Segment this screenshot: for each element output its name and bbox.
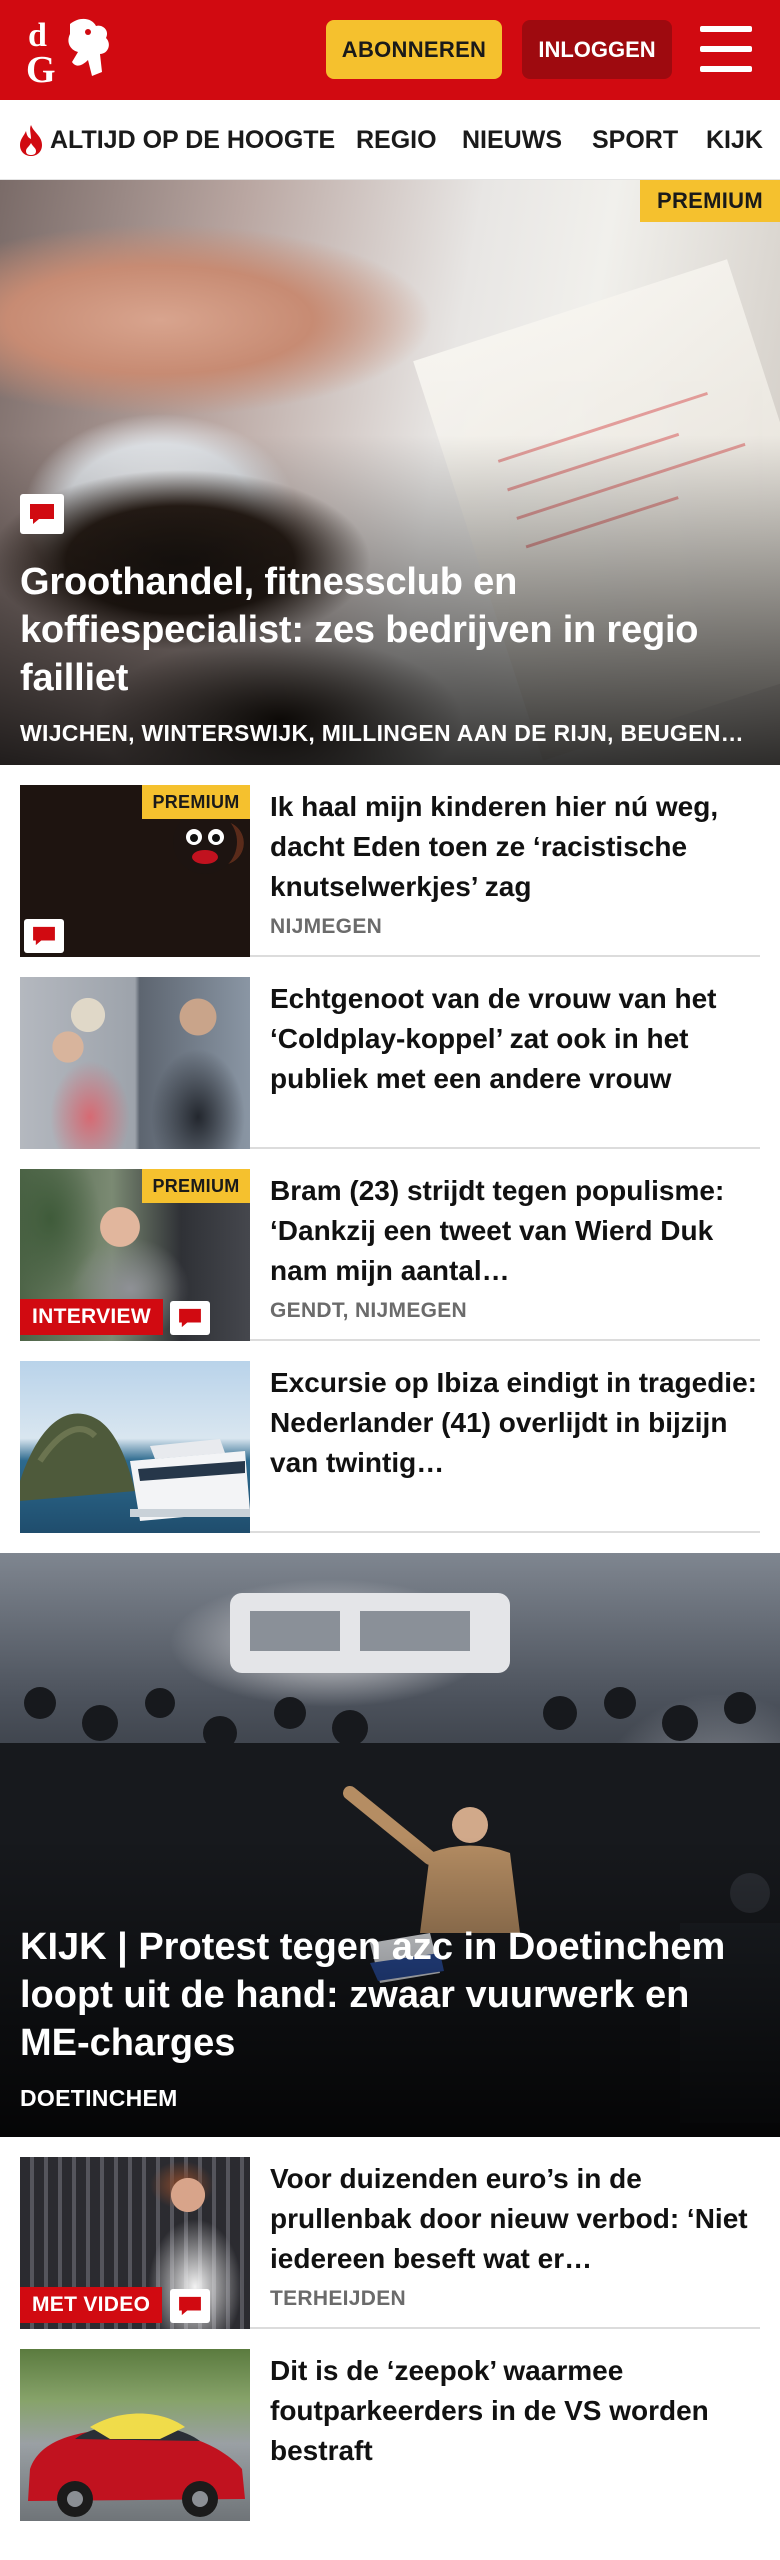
hero-article[interactable]: PREMIUM Groothandel, fitnessclub en koff… xyxy=(0,180,780,765)
nav-item-altijd-op-de-hoogte[interactable]: ALTIJD OP DE HOOGTE xyxy=(16,100,336,179)
menu-icon[interactable] xyxy=(700,26,752,72)
article-title[interactable]: Bram (23) strijdt tegen populisme: ‘Dank… xyxy=(270,1171,760,1291)
article-card[interactable]: MET VIDEO Voor duizenden euro’s in de pr… xyxy=(20,2157,760,2329)
article-card[interactable]: PREMIUM Ik haal mijn kinderen hier nú we… xyxy=(20,785,760,957)
comment-icon xyxy=(20,494,64,534)
article-location: NIJMEGEN xyxy=(270,915,383,938)
article-card[interactable]: Echtgenoot van de vrouw van het ‘Coldpla… xyxy=(20,977,760,1149)
article-location: TERHEIJDEN xyxy=(270,2287,407,2310)
video-label: MET VIDEO xyxy=(20,2287,163,2323)
premium-badge: PREMIUM xyxy=(142,1169,250,1203)
article-thumbnail xyxy=(20,977,250,1149)
article-card[interactable]: Excursie op Ibiza eindigt in tragedie: N… xyxy=(20,1361,760,1533)
site-logo[interactable]: d G xyxy=(22,12,118,88)
article-thumbnail xyxy=(20,2349,250,2521)
svg-text:G: G xyxy=(26,49,56,88)
article-card[interactable]: Dit is de ‘zeepok’ waarmee foutparkeerde… xyxy=(20,2349,760,2521)
article-thumbnail xyxy=(20,1361,250,1533)
article-location: GENDT, NIJMEGEN xyxy=(270,1299,468,1322)
video-article-title[interactable]: KIJK | Protest tegen azc in Doetinchem l… xyxy=(20,1923,760,2067)
nav-item-regio[interactable]: REGIO xyxy=(356,100,437,179)
article-title[interactable]: Excursie op Ibiza eindigt in tragedie: N… xyxy=(270,1363,760,1483)
comment-icon xyxy=(24,919,64,953)
article-thumbnail: MET VIDEO xyxy=(20,2157,250,2329)
login-button[interactable]: INLOGGEN xyxy=(522,20,672,79)
premium-badge: PREMIUM xyxy=(142,785,250,819)
hero-title[interactable]: Groothandel, fitnessclub en koffiespecia… xyxy=(20,558,760,702)
premium-badge: PREMIUM xyxy=(640,180,780,222)
article-title[interactable]: Echtgenoot van de vrouw van het ‘Coldpla… xyxy=(270,979,760,1099)
nav-item-sport[interactable]: SPORT xyxy=(592,100,678,179)
comment-icon xyxy=(170,1301,210,1335)
hero-location: WIJCHEN, WINTERSWIJK, MILLINGEN AAN DE R… xyxy=(20,720,744,746)
article-thumbnail: PREMIUM xyxy=(20,785,250,957)
video-article-location: DOETINCHEM xyxy=(20,2085,178,2111)
article-thumbnail: PREMIUM INTERVIEW xyxy=(20,1169,250,1341)
flame-icon xyxy=(20,125,42,156)
nav-item-nieuws[interactable]: NIEUWS xyxy=(462,100,562,179)
article-title[interactable]: Ik haal mijn kinderen hier nú weg, dacht… xyxy=(270,787,760,907)
subscribe-button[interactable]: ABONNEREN xyxy=(326,20,502,79)
site-header: d G ABONNEREN INLOGGEN xyxy=(0,0,780,100)
interview-label: INTERVIEW xyxy=(20,1299,163,1335)
video-article[interactable]: KIJK | Protest tegen azc in Doetinchem l… xyxy=(0,1553,780,2137)
section-nav: ALTIJD OP DE HOOGTE REGIO NIEUWS SPORT K… xyxy=(0,100,780,180)
nav-item-kijk[interactable]: KIJK xyxy=(706,100,763,179)
article-title[interactable]: Voor duizenden euro’s in de prullenbak d… xyxy=(270,2159,760,2279)
article-title[interactable]: Dit is de ‘zeepok’ waarmee foutparkeerde… xyxy=(270,2351,760,2471)
comment-icon xyxy=(170,2289,210,2323)
article-card[interactable]: PREMIUM INTERVIEW Bram (23) strijdt tege… xyxy=(20,1169,760,1341)
nav-item-label: ALTIJD OP DE HOOGTE xyxy=(50,125,336,154)
